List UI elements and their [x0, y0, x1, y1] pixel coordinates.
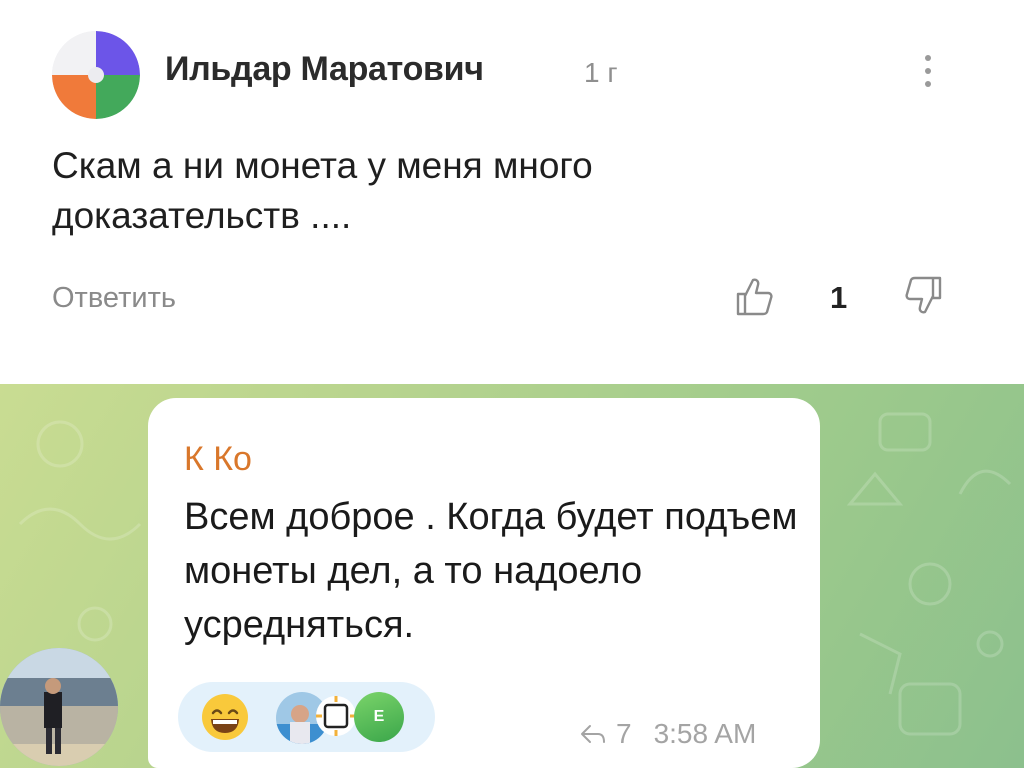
thumbs-down-icon[interactable] [904, 274, 944, 316]
comment-text: Скам а ни монета у меня много доказатель… [52, 145, 593, 236]
like-count: 1 [830, 280, 848, 315]
comment-card: Ильдар Маратович 1 г Скам а ни монета у … [0, 0, 1024, 384]
grinning-emoji [202, 694, 248, 740]
message-text: Всем доброе . Когда будет подъем монеты … [184, 496, 798, 646]
avatar-logo[interactable] [52, 31, 140, 119]
reactor-avatar [316, 696, 356, 736]
comment-author[interactable]: Ильдар Маратович [165, 50, 484, 89]
user-avatar[interactable] [0, 648, 118, 766]
message-time: 3:58 AM [653, 718, 757, 749]
message-meta: 7 3:58 AM [580, 718, 756, 750]
chat-area: К Ко Всем доброе . Когда будет подъем мо… [0, 384, 1024, 768]
reaction-chip[interactable]: Е [178, 682, 435, 752]
message-bubble[interactable]: К Ко Всем доброе . Когда будет подъем мо… [148, 398, 820, 768]
sender-name[interactable]: К Ко [184, 440, 252, 479]
reactor-avatar: Е [354, 692, 404, 742]
comment-time: 1 г [584, 57, 618, 88]
more-vertical-icon[interactable] [918, 55, 938, 95]
view-count: 7 [616, 718, 632, 749]
reply-button[interactable]: Ответить [52, 282, 176, 315]
thumbs-up-icon[interactable] [734, 276, 774, 318]
forward-icon [581, 725, 605, 743]
